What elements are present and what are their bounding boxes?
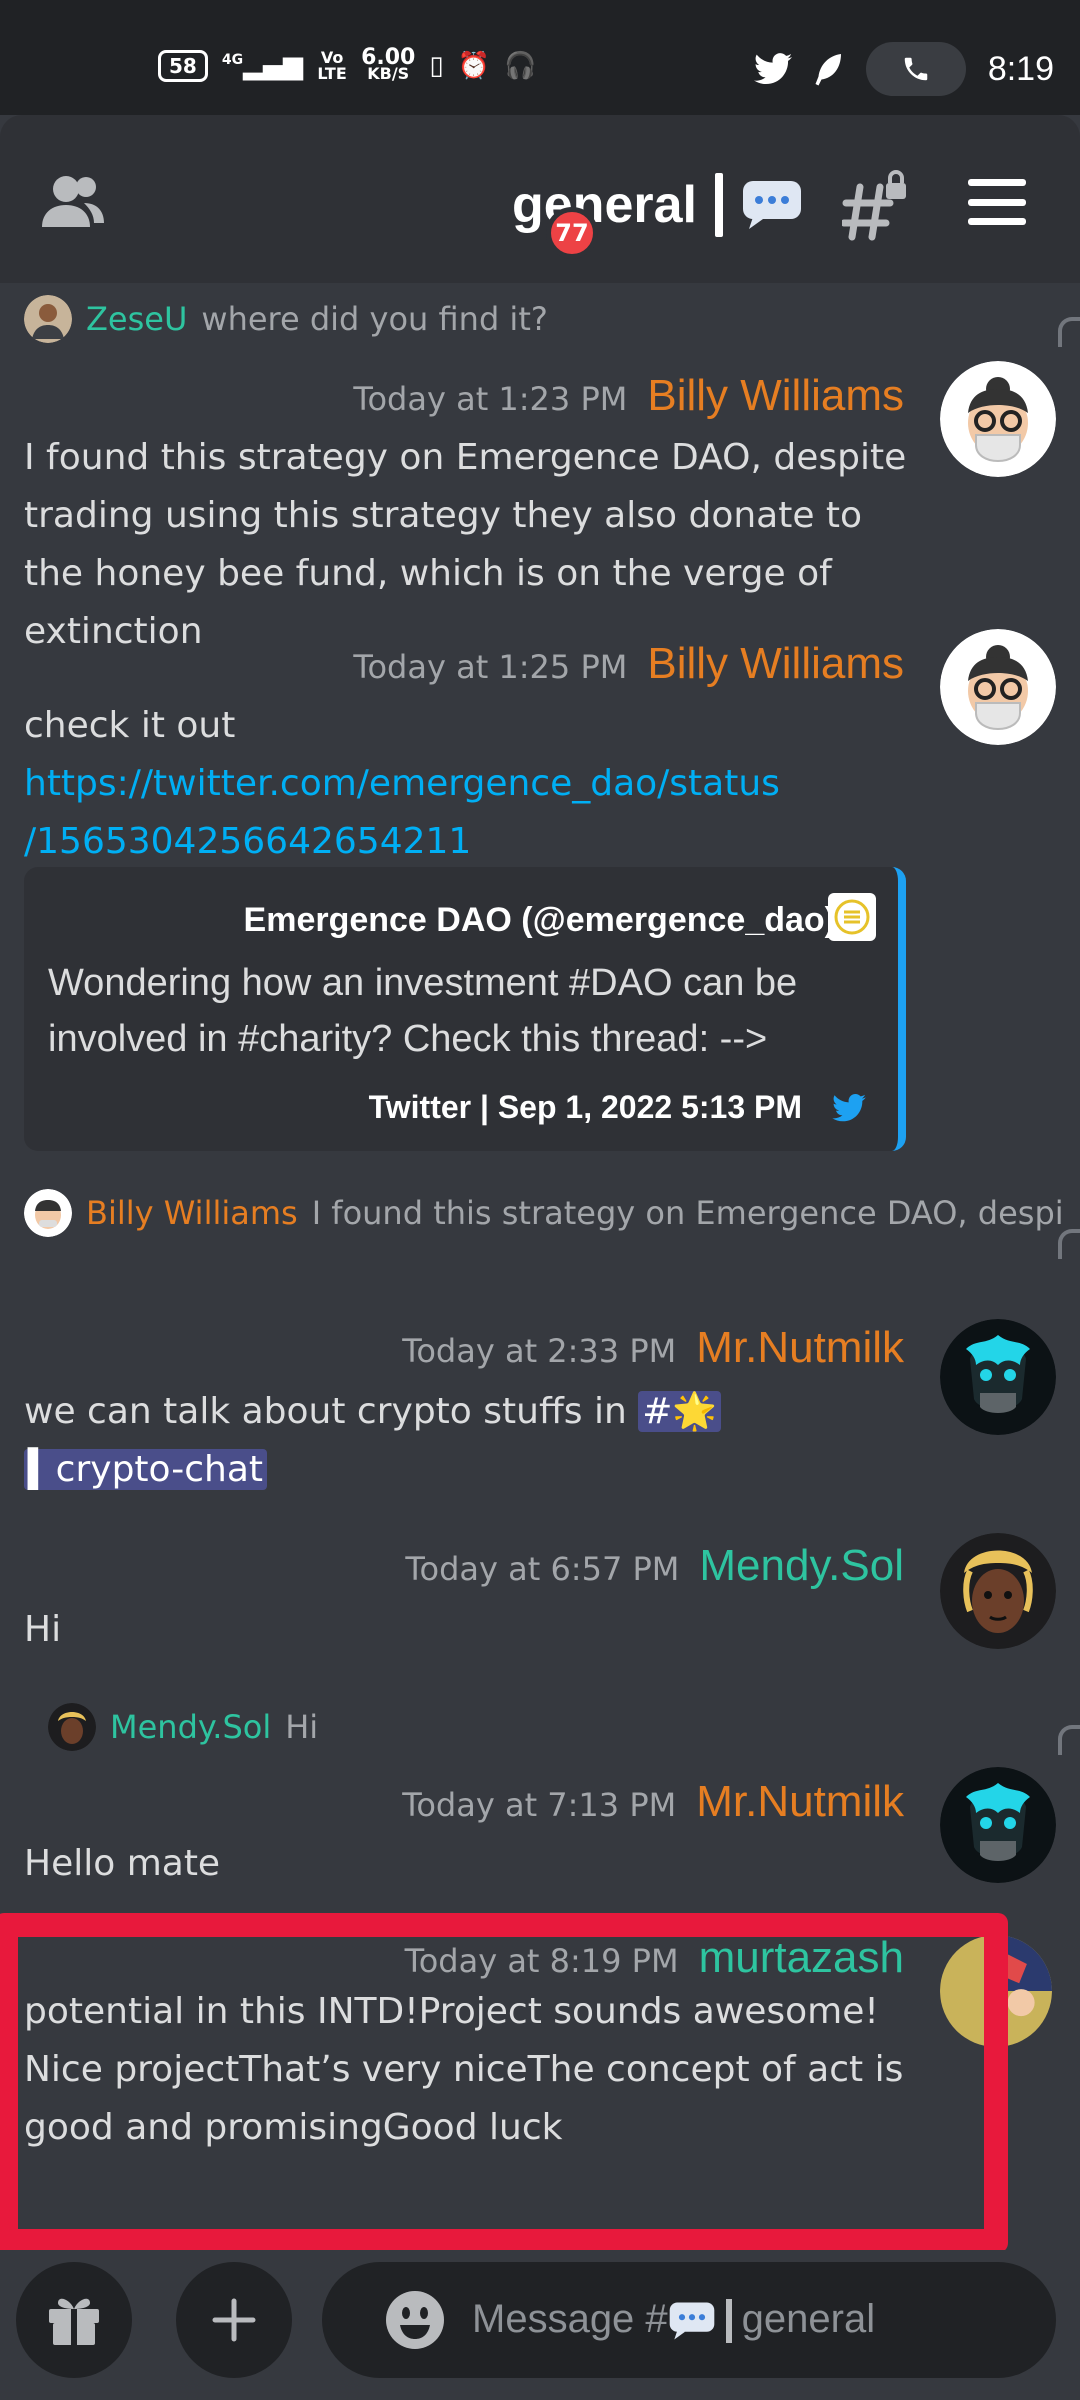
message-input[interactable]: Message # general xyxy=(322,2262,1056,2378)
embed-text: Wondering how an investment #DAO can be … xyxy=(48,962,798,1060)
twitter-embed[interactable]: Emergence DAO (@emergence_dao) Wondering… xyxy=(24,867,906,1151)
placeholder-prefix: Message # xyxy=(472,2296,668,2341)
placeholder-channel: general xyxy=(741,2296,876,2341)
reply-connector xyxy=(1058,317,1080,347)
avatar xyxy=(24,1189,72,1237)
message-placeholder: Message # general xyxy=(472,2296,876,2344)
avatar[interactable] xyxy=(940,361,1056,477)
unread-badge: 77 xyxy=(546,207,598,259)
author-name[interactable]: Billy Williams xyxy=(647,371,904,421)
hamburger-menu-icon[interactable] xyxy=(968,179,1026,225)
message-header: Today at 1:23 PM Billy Williams xyxy=(353,371,904,421)
gift-icon xyxy=(49,2298,99,2345)
members-icon[interactable] xyxy=(40,171,106,231)
link-line: /1565304256642654211 xyxy=(24,821,472,862)
author-name[interactable]: Mr.Nutmilk xyxy=(696,1323,904,1373)
avatar xyxy=(48,1703,96,1751)
twitter-link[interactable]: https://twitter.com/emergence_dao/status… xyxy=(24,755,924,871)
clock: 8:19 xyxy=(987,49,1054,88)
channel-header: general 77 xyxy=(0,115,1080,283)
channel-mention-hash: # xyxy=(642,1391,673,1432)
reply-reference[interactable]: Mendy.Sol Hi xyxy=(48,1703,318,1751)
feather-icon xyxy=(815,54,841,86)
battery-indicator: 58 xyxy=(158,50,208,82)
twitter-icon xyxy=(832,1093,866,1121)
network-speed: 6.00 KB/S xyxy=(361,47,415,83)
message-composer: Message # general xyxy=(0,2250,1080,2400)
message-text: Hello mate xyxy=(24,1843,221,1884)
author-name[interactable]: Mr.Nutmilk xyxy=(696,1777,904,1827)
vibrate-icon: ▯ xyxy=(429,51,444,81)
alarm-icon: ⏰ xyxy=(457,51,491,81)
embed-footer: Twitter | Sep 1, 2022 5:13 PM xyxy=(369,1089,866,1126)
network-speed-unit: KB/S xyxy=(367,64,410,83)
channel-mention-name: ▍crypto-chat xyxy=(28,1449,264,1490)
message-text: Hi xyxy=(24,1609,62,1650)
channel-divider xyxy=(725,2299,732,2344)
twitter-icon xyxy=(753,53,792,85)
menu-line xyxy=(968,218,1026,225)
reply-text: where did you find it? xyxy=(201,300,548,338)
menu-line xyxy=(968,198,1026,206)
reply-reference[interactable]: Billy Williams I found this strategy on … xyxy=(24,1189,1064,1237)
reply-author[interactable]: Billy Williams xyxy=(86,1194,298,1232)
message-text-main: we can talk about crypto stuffs in xyxy=(24,1391,639,1432)
add-attachment-button[interactable] xyxy=(176,2262,292,2378)
author-name[interactable]: Billy Williams xyxy=(647,639,904,689)
network-type: 4G xyxy=(221,52,244,68)
star-emoji-icon: 🌟 xyxy=(672,1391,718,1432)
channel-mention[interactable]: #🌟 xyxy=(638,1391,722,1432)
channel-mention[interactable]: ▍crypto-chat xyxy=(24,1449,268,1490)
avatar[interactable] xyxy=(940,1767,1056,1883)
selection-highlight xyxy=(0,1913,1008,2250)
timestamp: Today at 7:13 PM xyxy=(402,1786,677,1824)
message-header: Today at 1:25 PM Billy Williams xyxy=(353,639,904,689)
headset-icon: 🎧 xyxy=(504,51,537,81)
timestamp: Today at 2:33 PM xyxy=(402,1332,677,1370)
channel-divider xyxy=(714,173,723,237)
avatar xyxy=(24,295,72,343)
reply-author[interactable]: ZeseU xyxy=(86,300,187,338)
channel-name: general xyxy=(512,176,697,234)
timestamp: Today at 6:57 PM xyxy=(405,1550,680,1588)
timestamp: Today at 1:25 PM xyxy=(353,648,628,686)
status-bar: 58 4G▂▄▆ Vo LTE 6.00 KB/S ▯ ⏰ 🎧 8:19 xyxy=(0,0,1080,115)
reply-reference[interactable]: ZeseU where did you find it? xyxy=(24,295,548,343)
volte-indicator: Vo LTE xyxy=(317,48,347,83)
message-text: I found this strategy on Emergence DAO, … xyxy=(24,437,907,652)
reply-connector xyxy=(1058,1725,1080,1755)
avatar[interactable] xyxy=(940,1319,1056,1435)
emergence-logo-icon xyxy=(834,899,870,935)
message-text: we can talk about crypto stuffs in #🌟 ▍cr… xyxy=(24,1383,924,1499)
author-name[interactable]: Mendy.Sol xyxy=(699,1541,904,1591)
reply-connector xyxy=(1058,1229,1080,1259)
message-text: check it out xyxy=(24,705,236,746)
locked-thread-icon[interactable] xyxy=(842,165,908,241)
embed-author-icon xyxy=(828,893,876,941)
timestamp: Today at 1:23 PM xyxy=(353,380,628,418)
speech-bubble-icon xyxy=(742,181,801,229)
embed-author[interactable]: Emergence DAO (@emergence_dao) xyxy=(244,901,836,940)
embed-footer-text: Twitter | Sep 1, 2022 5:13 PM xyxy=(368,1089,802,1125)
link-line: https://twitter.com/emergence_dao/status xyxy=(24,763,780,804)
phone-icon xyxy=(904,57,928,81)
emoji-icon[interactable] xyxy=(384,2289,446,2351)
ongoing-call-pill[interactable] xyxy=(865,42,966,96)
reply-text: I found this strategy on Emergence DAO, … xyxy=(311,1194,1064,1232)
message-header: Today at 7:13 PM Mr.Nutmilk xyxy=(402,1777,904,1827)
status-right: 8:19 xyxy=(753,42,1054,96)
avatar[interactable] xyxy=(940,1533,1056,1649)
message-header: Today at 6:57 PM Mendy.Sol xyxy=(405,1541,904,1591)
status-left: 58 4G▂▄▆ Vo LTE 6.00 KB/S ▯ ⏰ 🎧 xyxy=(158,47,537,83)
reply-text: Hi xyxy=(285,1708,319,1746)
speech-bubble-icon xyxy=(669,2302,714,2340)
reply-author[interactable]: Mendy.Sol xyxy=(110,1708,271,1746)
message-list[interactable]: ZeseU where did you find it? Today at 1:… xyxy=(0,283,1080,2250)
gift-button[interactable] xyxy=(16,2262,132,2378)
plus-icon xyxy=(212,2298,256,2342)
message-header: Today at 2:33 PM Mr.Nutmilk xyxy=(402,1323,904,1373)
avatar[interactable] xyxy=(940,629,1056,745)
menu-line xyxy=(968,179,1026,186)
signal-icon: 4G▂▄▆ xyxy=(221,51,304,81)
